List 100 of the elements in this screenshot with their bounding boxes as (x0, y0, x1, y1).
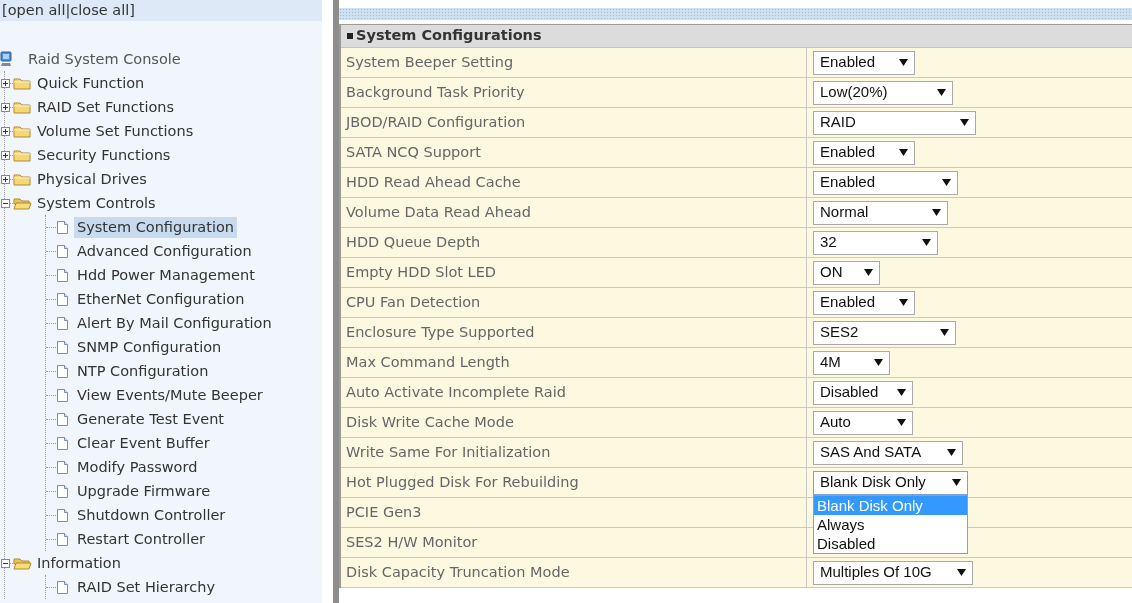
tree-folder[interactable]: Security Functions (34, 144, 174, 166)
setting-label: Write Same For Initialization (341, 438, 807, 467)
caret-icon (864, 269, 873, 276)
caret-icon (899, 59, 908, 66)
bullet-icon (347, 33, 353, 39)
select-field[interactable]: Disabled (813, 380, 913, 405)
setting-label: Volume Data Read Ahead (341, 198, 807, 227)
setting-label: SATA NCQ Support (341, 138, 807, 167)
setting-label: Auto Activate Incomplete Raid (341, 378, 807, 407)
tree-folder[interactable]: RAID Set Functions (34, 96, 178, 118)
expand-icon[interactable] (1, 150, 10, 160)
caret-icon (940, 329, 949, 336)
caret-icon (922, 239, 931, 246)
collapse-icon[interactable] (1, 198, 10, 208)
caret-icon (897, 389, 906, 396)
tree-item[interactable]: Hdd Power Management (74, 264, 258, 286)
tree-root[interactable]: Raid System Console (25, 48, 184, 70)
dropdown-option[interactable]: Disabled (814, 534, 967, 553)
page-icon (56, 531, 69, 547)
expand-icon[interactable] (1, 78, 10, 88)
page-icon (56, 435, 69, 451)
dropdown-option[interactable]: Always (814, 515, 967, 534)
tree-item[interactable]: Shutdown Controller (74, 504, 229, 526)
page-icon (56, 363, 69, 379)
computer-icon (0, 51, 12, 67)
tree-item[interactable]: Restart Controller (74, 528, 209, 550)
setting-label: Disk Capacity Truncation Mode (341, 558, 807, 587)
page-icon (56, 507, 69, 523)
open-folder-icon (13, 196, 32, 210)
close-all-link[interactable]: close all (70, 2, 130, 18)
select-field[interactable]: SAS And SATA (813, 440, 963, 465)
collapse-icon[interactable] (1, 558, 10, 568)
select-field[interactable]: Blank Disk Only (813, 470, 968, 495)
page-icon (56, 483, 69, 499)
tree-item[interactable]: Clear Event Buffer (74, 432, 213, 454)
select-field[interactable]: Enabled (813, 140, 915, 165)
caret-icon (897, 419, 906, 426)
page-icon (56, 579, 69, 595)
tree-folder[interactable]: Information (34, 552, 124, 574)
tree-item[interactable]: Alert By Mail Configuration (74, 312, 275, 334)
tree-item[interactable]: Modify Password (74, 456, 201, 478)
select-field[interactable]: 4M (813, 350, 890, 375)
tree-item[interactable]: NTP Configuration (74, 360, 212, 382)
tree-item[interactable]: View Events/Mute Beeper (74, 384, 266, 406)
page-icon (56, 387, 69, 403)
select-field[interactable]: Low(20%) (813, 80, 953, 105)
select-field[interactable]: Enabled (813, 290, 915, 315)
tree-item[interactable]: Advanced Configuration (74, 240, 255, 262)
page-icon (56, 339, 69, 355)
page-icon (56, 267, 69, 283)
select-field[interactable]: ON (813, 260, 880, 285)
page-icon (56, 459, 69, 475)
page-icon (56, 243, 69, 259)
select-field[interactable]: Enabled (813, 170, 958, 195)
setting-label: Max Command Length (341, 348, 807, 377)
tree-item[interactable]: RAID Set Hierarchy (74, 576, 218, 598)
setting-label: Hot Plugged Disk For Rebuilding (341, 468, 807, 497)
select-field[interactable]: Auto (813, 410, 913, 435)
page-icon (56, 219, 69, 235)
select-field[interactable]: RAID (813, 110, 976, 135)
select-field[interactable]: Multiples Of 10G (813, 560, 973, 585)
tree-folder[interactable]: Physical Drives (34, 168, 150, 190)
tree-item[interactable]: Generate Test Event (74, 408, 228, 430)
folder-icon (13, 124, 32, 138)
caret-icon (937, 89, 946, 96)
tree-folder[interactable]: Volume Set Functions (34, 120, 197, 142)
caret-icon (957, 569, 966, 576)
tree-item[interactable]: Upgrade Firmware (74, 480, 214, 502)
tree-item[interactable]: SNMP Configuration (74, 336, 225, 358)
expand-icon[interactable] (1, 102, 10, 112)
folder-icon (13, 100, 32, 114)
caret-icon (899, 149, 908, 156)
select-field[interactable]: SES2 (813, 320, 956, 345)
caret-icon (942, 179, 951, 186)
folder-icon (13, 148, 32, 162)
separator-text: | (65, 2, 71, 18)
select-field[interactable]: 32 (813, 230, 938, 255)
tree-item[interactable]: EtherNet Configuration (74, 288, 248, 310)
tree-item[interactable]: System Configuration (74, 216, 237, 238)
caret-icon (952, 479, 961, 486)
setting-label: JBOD/RAID Configuration (341, 108, 807, 137)
page-icon (56, 291, 69, 307)
setting-label: Disk Write Cache Mode (341, 408, 807, 437)
bracket-text: [ (2, 2, 8, 18)
select-field[interactable]: Enabled (813, 50, 915, 75)
setting-label: HDD Read Ahead Cache (341, 168, 807, 197)
select-field[interactable]: Normal (813, 200, 948, 225)
setting-label: Background Task Priority (341, 78, 807, 107)
folder-icon (13, 76, 32, 90)
expand-icon[interactable] (1, 174, 10, 184)
setting-label: SES2 H/W Monitor (341, 528, 807, 557)
folder-icon (13, 172, 32, 186)
setting-label: HDD Queue Depth (341, 228, 807, 257)
panel-title: System Configurations (356, 26, 542, 46)
tree-folder[interactable]: System Controls (34, 192, 159, 214)
setting-label: Empty HDD Slot LED (341, 258, 807, 287)
open-all-link[interactable]: open all (7, 2, 66, 18)
tree-folder[interactable]: Quick Function (34, 72, 148, 94)
expand-icon[interactable] (1, 126, 10, 136)
setting-label: PCIE Gen3 (341, 498, 807, 527)
